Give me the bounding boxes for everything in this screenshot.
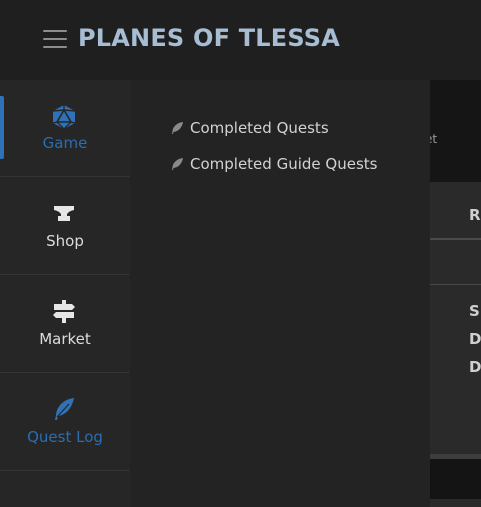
background-stat-label: D	[469, 358, 481, 376]
feather-icon	[172, 122, 183, 134]
background-bottom-panel	[430, 459, 481, 499]
divider	[430, 284, 481, 285]
quest-log-flyout-menu: Completed Quests Completed Guide Quests	[130, 80, 430, 507]
hamburger-line	[43, 38, 67, 40]
feather-icon	[55, 398, 74, 420]
flyout-item-label: Completed Guide Quests	[190, 155, 378, 173]
divider	[430, 238, 481, 240]
hamburger-line	[43, 30, 67, 32]
sidebar-item-shop[interactable]: Shop	[0, 178, 130, 275]
background-stat-label: S	[469, 302, 480, 320]
background-top-text: et	[430, 132, 438, 146]
d20-dice-icon	[52, 105, 76, 130]
hamburger-menu-icon[interactable]	[43, 29, 67, 49]
sidebar-item-quest-log[interactable]: Quest Log	[0, 374, 130, 471]
sidebar-item-label: Game	[42, 134, 88, 152]
sidebar-item-label: Market	[39, 330, 91, 348]
background-page: et R S D D	[430, 80, 481, 507]
signpost-icon	[53, 300, 75, 323]
hamburger-line	[43, 46, 67, 48]
background-stat-label: D	[469, 330, 481, 348]
background-column-header: R	[469, 206, 481, 224]
top-header: PLANES OF TLESSA	[0, 0, 481, 80]
flyout-item-label: Completed Quests	[190, 119, 329, 137]
flyout-item-completed-quests[interactable]: Completed Quests	[170, 117, 329, 139]
sidebar-item-market[interactable]: Market	[0, 276, 130, 373]
sidebar-item-label: Quest Log	[27, 428, 103, 446]
sidebar-item-label: Shop	[46, 232, 84, 250]
app-title[interactable]: PLANES OF TLESSA	[78, 24, 340, 52]
background-top-panel: et	[430, 80, 481, 182]
flyout-item-completed-guide-quests[interactable]: Completed Guide Quests	[170, 153, 377, 175]
feather-icon	[172, 158, 183, 170]
sidebar-item-game[interactable]: Game	[0, 80, 130, 177]
anvil-icon	[54, 206, 74, 221]
sidebar-nav: Game Shop Market Quest Log	[0, 80, 130, 507]
